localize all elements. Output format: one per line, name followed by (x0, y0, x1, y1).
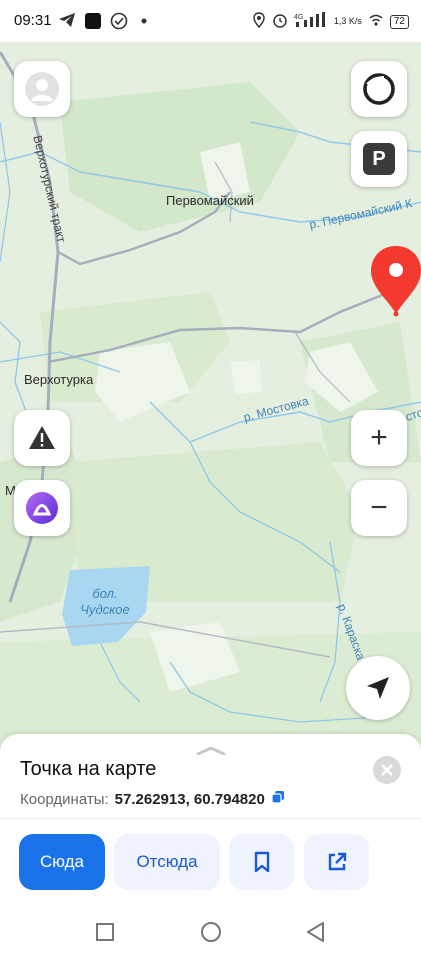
copy-icon[interactable] (271, 790, 285, 808)
status-time: 09:31 (14, 12, 52, 29)
parking-button[interactable]: P (351, 131, 407, 187)
location-pin[interactable] (368, 244, 421, 322)
network-speed: 1,3 K/s (333, 16, 362, 26)
home-button[interactable] (200, 921, 222, 948)
square-icon (96, 923, 114, 941)
svg-text:4G: 4G (294, 14, 303, 21)
check-icon (110, 12, 128, 34)
circle-icon (201, 922, 221, 942)
profile-icon (25, 72, 59, 106)
zoom-out-button[interactable]: − (351, 480, 407, 536)
dot-icon (140, 12, 148, 34)
battery-indicator: 72 (389, 14, 409, 29)
back-button[interactable] (305, 921, 327, 948)
place-label-pervomaisky: Первомайский (166, 193, 254, 208)
locate-button[interactable] (346, 656, 410, 720)
alice-button[interactable] (351, 61, 407, 117)
system-nav-bar (0, 900, 421, 960)
route-from-here-button[interactable]: Отсюда (114, 834, 220, 890)
status-right: 4G 1,3 K/s 72 (252, 12, 409, 31)
road-event-button[interactable] (14, 410, 70, 466)
lake-label-prefix: бол. (92, 586, 118, 601)
plus-icon: + (370, 421, 388, 454)
alice-icon (363, 73, 395, 105)
share-icon (328, 852, 346, 871)
recents-button[interactable] (95, 922, 115, 947)
telegram-icon (58, 12, 76, 32)
app-icon (84, 12, 102, 34)
zoom-in-button[interactable]: + (351, 410, 407, 466)
place-card-title: Точка на карте (20, 758, 157, 780)
voice-assistant-icon (26, 492, 58, 524)
route-to-here-button[interactable]: Сюда (19, 834, 105, 890)
profile-button[interactable] (14, 61, 70, 117)
location-icon (252, 12, 266, 31)
status-bar: 09:31 4G 1,3 K/s 72 (0, 0, 421, 42)
voice-assistant-button[interactable] (14, 480, 70, 536)
triangle-back-icon (307, 922, 324, 942)
divider (0, 818, 421, 819)
minus-icon: − (370, 491, 388, 524)
place-label-verkhoturka: Верхотурка (24, 372, 94, 387)
parking-icon: P (363, 143, 395, 175)
share-button[interactable] (304, 834, 369, 890)
sheet-handle[interactable] (196, 742, 226, 756)
close-button[interactable] (373, 756, 401, 784)
close-icon (381, 764, 393, 776)
locate-icon (367, 677, 389, 699)
bookmark-button[interactable] (229, 834, 294, 890)
pin-icon (371, 246, 421, 317)
lake-label: бол. Чудское (70, 586, 140, 618)
bookmark-icon (254, 851, 269, 873)
alarm-icon (272, 12, 288, 31)
wifi-icon (368, 12, 384, 31)
warning-icon (29, 426, 55, 449)
lake-label-name: Чудское (80, 602, 130, 617)
signal-icon: 4G (294, 12, 328, 31)
chevron-up-icon (196, 746, 226, 756)
coordinates-row: Координаты: 57.262913, 60.794820 (20, 790, 285, 808)
coordinates-value[interactable]: 57.262913, 60.794820 (115, 791, 265, 808)
coordinates-label: Координаты: (20, 790, 109, 808)
